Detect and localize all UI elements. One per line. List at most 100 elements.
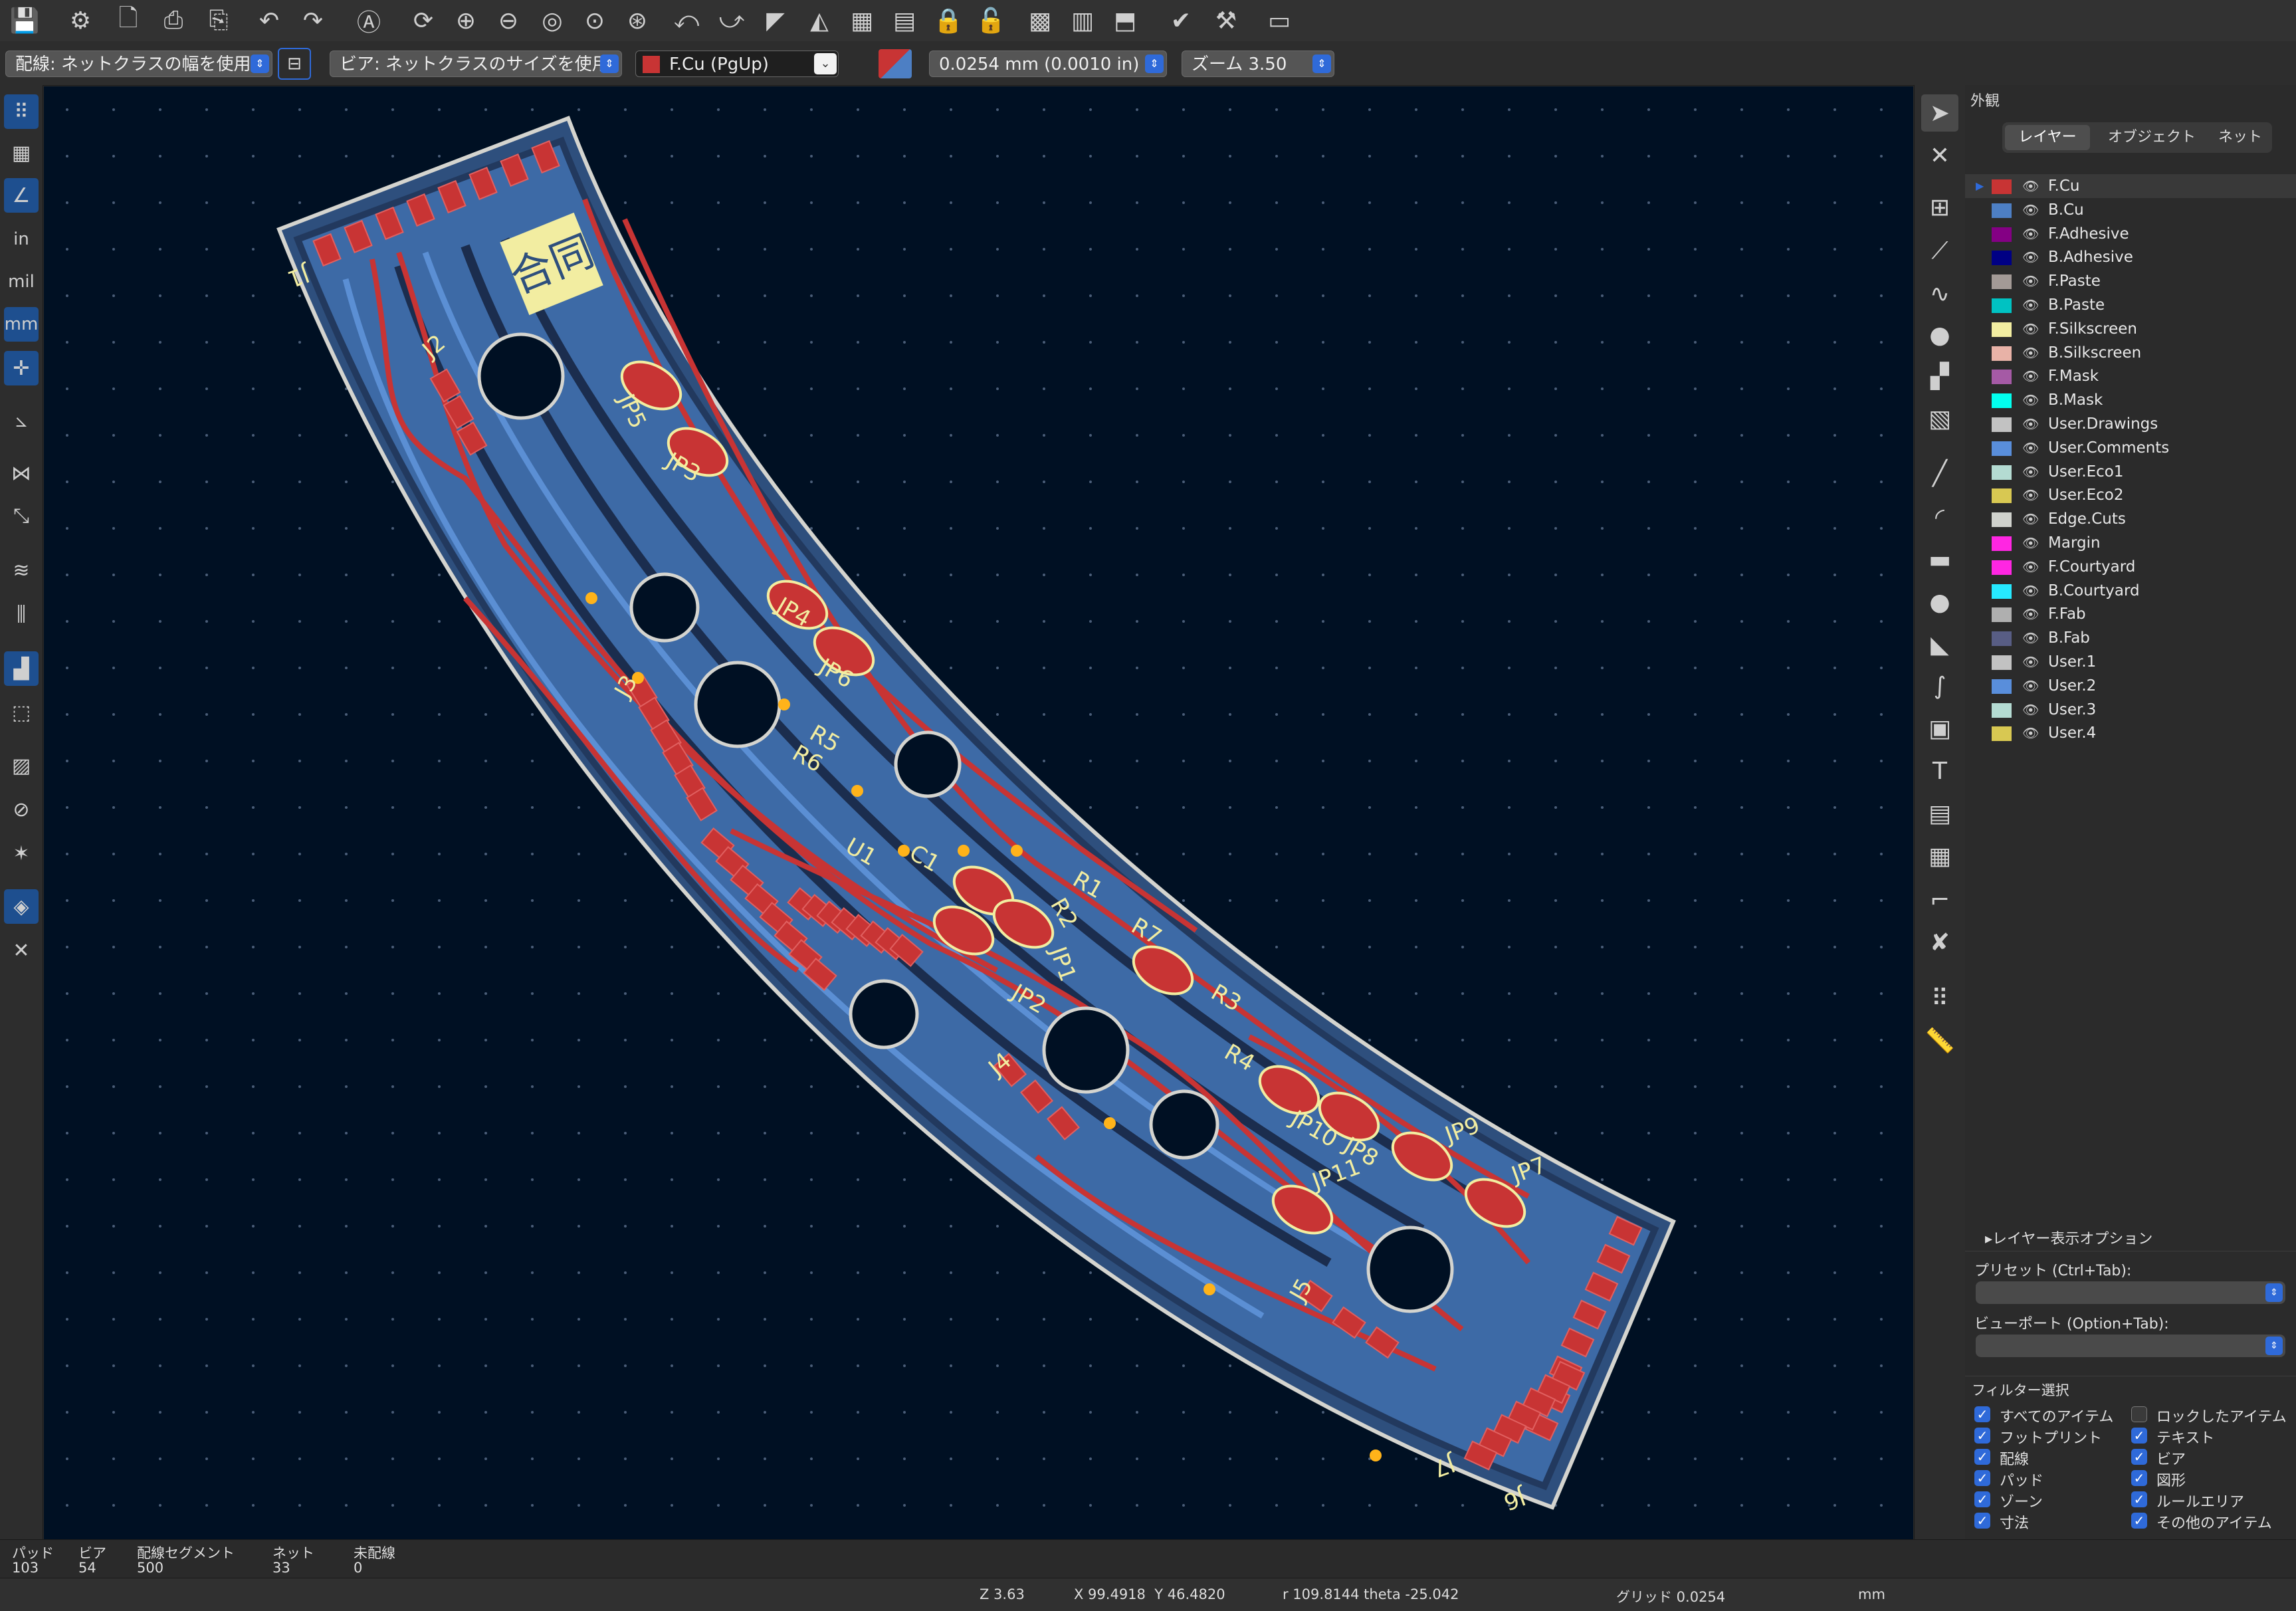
draw-rectangle-icon[interactable]: ▬ — [1921, 541, 1958, 578]
filter-checkbox[interactable]: ✓ — [1974, 1449, 1990, 1465]
eye-icon[interactable]: 👁 — [2022, 436, 2039, 460]
layer-row[interactable]: 👁 F.Mask — [1965, 364, 2296, 388]
eye-icon[interactable]: 👁 — [2022, 579, 2039, 603]
group-icon[interactable]: ▦ — [845, 4, 879, 37]
unlock-icon[interactable]: 🔓 — [974, 4, 1007, 37]
eye-icon[interactable]: 👁 — [2022, 460, 2039, 484]
scripting-icon[interactable]: ⚒ — [1209, 4, 1243, 37]
redraw-icon[interactable]: ⟳ — [407, 4, 440, 37]
plot-icon[interactable]: ⎘ — [202, 4, 235, 37]
layer-row[interactable]: 👁 F.Paste — [1965, 269, 2296, 293]
layer-row[interactable]: 👁 User.2 — [1965, 674, 2296, 698]
add-text-icon[interactable]: T — [1921, 752, 1958, 790]
add-dimension-icon[interactable]: ⌐ — [1921, 881, 1958, 918]
select-arrow-icon[interactable]: ➤ — [1921, 94, 1958, 132]
draw-circle-icon[interactable]: ● — [1921, 584, 1958, 621]
units-inch-button[interactable]: in — [4, 222, 39, 257]
layer-row[interactable]: 👁 B.Silkscreen — [1965, 341, 2296, 365]
grid-select[interactable]: 0.0254 mm (0.0010 in) ⇕ — [929, 51, 1167, 77]
eye-icon[interactable]: 👁 — [2022, 602, 2039, 626]
layer-color-swatch[interactable] — [1992, 441, 2012, 456]
layer-select[interactable]: F.Cu (PgUp) ⌄ — [635, 51, 839, 77]
tune-length-icon[interactable]: ∿ — [1921, 275, 1958, 312]
footprint-browser-icon[interactable]: ▥ — [1066, 4, 1099, 37]
zone-outline-icon[interactable]: ⬚ — [4, 695, 39, 730]
layers-manager-icon[interactable]: ◈ — [4, 889, 39, 924]
layer-color-swatch[interactable] — [1992, 179, 2012, 194]
layer-row[interactable]: 👁 User.3 — [1965, 698, 2296, 722]
eye-icon[interactable]: 👁 — [2022, 245, 2039, 269]
draw-arc-icon[interactable]: ◜ — [1921, 498, 1958, 536]
layer-color-swatch[interactable] — [1992, 251, 2012, 266]
layer-color-swatch[interactable] — [1992, 631, 2012, 647]
add-textbox-icon[interactable]: ▤ — [1921, 795, 1958, 832]
layer-row[interactable]: 👁 F.Fab — [1965, 602, 2296, 626]
grid-overrides-icon[interactable]: ▦ — [4, 136, 39, 170]
tab-nets[interactable]: ネット — [2211, 125, 2269, 150]
layer-color-swatch[interactable] — [1992, 512, 2012, 528]
ungroup-icon[interactable]: ▤ — [888, 4, 921, 37]
add-table-icon[interactable]: ▦ — [1921, 837, 1958, 875]
pcb-canvas[interactable]: 合同 J1 J2 J3 J4 J5 J6 J7 JP5 JP3 JP4 JP6 R5 R6 U1 C1 R1 R2… — [44, 86, 1913, 1539]
eye-icon[interactable]: 👁 — [2022, 507, 2039, 531]
layer-row[interactable]: 👁 B.Cu — [1965, 198, 2296, 222]
add-footprint-icon[interactable]: ⊞ — [1921, 189, 1958, 226]
layer-color-swatch[interactable] — [1992, 679, 2012, 694]
zoom-out-icon[interactable]: ⊖ — [492, 4, 525, 37]
save-icon[interactable]: 💾 — [8, 4, 41, 37]
eye-icon[interactable]: 👁 — [2022, 721, 2039, 745]
layer-color-swatch[interactable] — [1992, 702, 2012, 718]
filter-checkbox[interactable]: ✓ — [1974, 1406, 1990, 1422]
layer-row[interactable]: 👁 F.Courtyard — [1965, 555, 2296, 579]
undo-icon[interactable]: ↶ — [253, 4, 286, 37]
eye-icon[interactable]: 👁 — [2022, 269, 2039, 293]
layer-color-swatch[interactable] — [1992, 584, 2012, 599]
viewport-select[interactable]: ⇕ — [1976, 1335, 2285, 1357]
layer-color-swatch[interactable] — [1992, 536, 2012, 551]
rotate-ccw-icon[interactable]: ⤺ — [670, 4, 703, 37]
eye-icon[interactable]: 👁 — [2022, 674, 2039, 698]
mirror-icon[interactable]: ◭ — [803, 4, 836, 37]
ratsnest-icon[interactable]: ⋈ — [4, 456, 39, 490]
preset-select[interactable]: ⇕ — [1976, 1281, 2285, 1304]
find-icon[interactable]: Ⓐ — [352, 4, 385, 37]
filter-checkbox[interactable]: ✓ — [2131, 1428, 2147, 1444]
layer-color-swatch[interactable] — [1992, 393, 2012, 409]
layer-color-swatch[interactable] — [1992, 370, 2012, 385]
filter-checkbox[interactable]: ✓ — [1974, 1428, 1990, 1444]
add-image-icon[interactable]: ▣ — [1921, 710, 1958, 747]
add-via-icon[interactable]: ● — [1921, 316, 1958, 354]
add-rule-area-icon[interactable]: ▧ — [1921, 400, 1958, 437]
eye-icon[interactable]: 👁 — [2022, 174, 2039, 198]
eye-icon[interactable]: 👁 — [2022, 555, 2039, 579]
layer-row[interactable]: 👁 B.Courtyard — [1965, 579, 2296, 603]
filter-checkbox[interactable]: ✓ — [1974, 1491, 1990, 1507]
layer-color-swatch[interactable] — [1992, 274, 2012, 290]
footprint-editor-icon[interactable]: ▩ — [1023, 4, 1057, 37]
track-width-select[interactable]: 配線: ネットクラスの幅を使用 ⇕ — [5, 51, 272, 77]
layer-row[interactable]: 👁 User.Eco2 — [1965, 483, 2296, 507]
flip-icon[interactable]: ◤ — [759, 4, 792, 37]
track-outline-icon[interactable]: ⫼ — [4, 597, 39, 631]
eye-icon[interactable]: 👁 — [2022, 483, 2039, 507]
filter-checkbox[interactable]: ✓ — [1974, 1513, 1990, 1529]
filter-checkbox[interactable]: ✓ — [2131, 1449, 2147, 1465]
net-highlight-icon[interactable]: ≋ — [4, 553, 39, 588]
eye-icon[interactable]: 👁 — [2022, 317, 2039, 341]
eye-icon[interactable]: 👁 — [2022, 650, 2039, 674]
add-zone-icon[interactable]: ▞ — [1921, 358, 1958, 395]
layer-color-swatch[interactable] — [1992, 607, 2012, 623]
layer-display-options-toggle[interactable]: ▸レイヤー表示オプション — [1985, 1227, 2152, 1248]
filter-checkbox[interactable]: ✓ — [2131, 1513, 2147, 1529]
pad-outline-icon[interactable]: ▨ — [4, 748, 39, 783]
delete-tool-icon[interactable]: ✘ — [1921, 924, 1958, 961]
page-settings-icon[interactable]: 🗋 — [112, 4, 145, 37]
curved-ratsnest-icon[interactable]: ⤡ — [4, 498, 39, 533]
layer-row[interactable]: 👁 User.1 — [1965, 650, 2296, 674]
layer-row[interactable]: 👁 F.Silkscreen — [1965, 317, 2296, 341]
layer-row[interactable]: 👁 User.Comments — [1965, 436, 2296, 460]
layer-color-swatch[interactable] — [1992, 560, 2012, 575]
layer-row[interactable]: 👁 User.Eco1 — [1965, 460, 2296, 484]
draw-line-icon[interactable]: ╱ — [1921, 455, 1958, 492]
filter-checkbox[interactable]: ✓ — [2131, 1491, 2147, 1507]
